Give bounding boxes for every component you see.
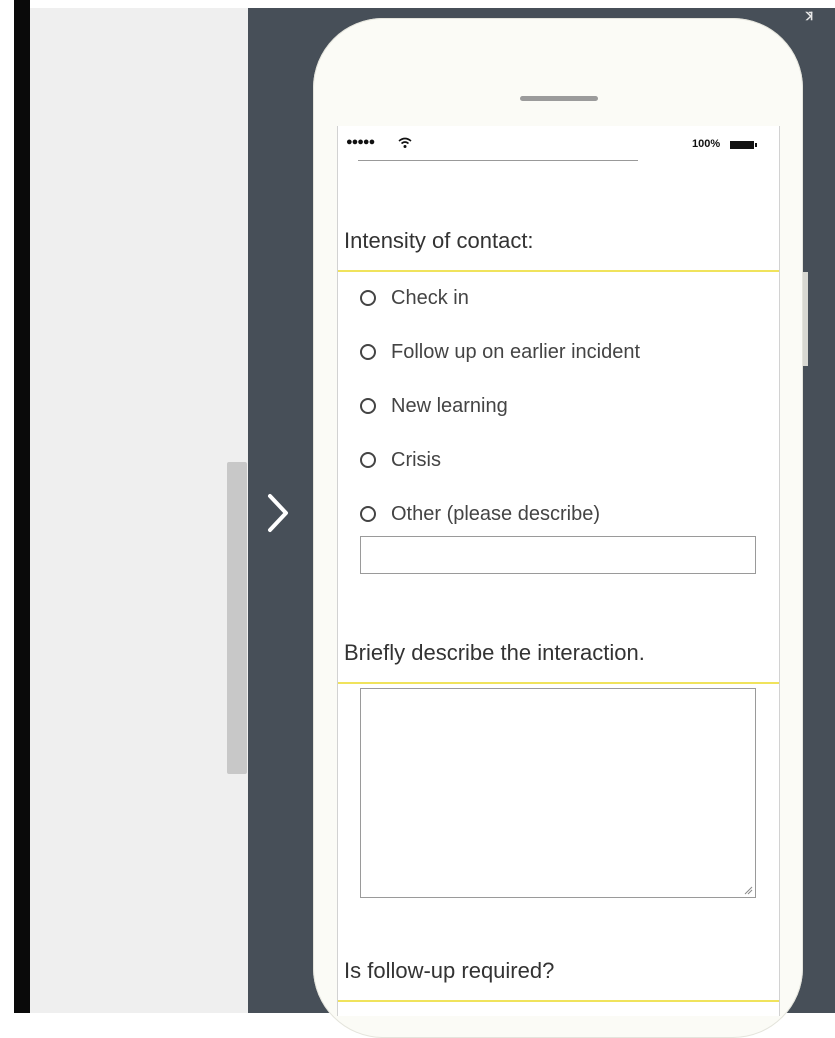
option-label: Other (please describe) (391, 502, 600, 525)
signal-indicator: ●●●●● (346, 136, 375, 148)
section-rule (338, 270, 779, 272)
top-strip (0, 0, 835, 8)
radio-option-check-in[interactable]: Check in (360, 283, 469, 313)
corner-logo: ꓘ̄ (806, 11, 813, 23)
radio-button[interactable] (360, 398, 376, 414)
intensity-title: Intensity of contact: (344, 228, 534, 253)
status-divider (358, 160, 638, 161)
option-label: Follow up on earlier incident (391, 340, 641, 363)
radio-button[interactable] (360, 290, 376, 306)
chevron-right-icon[interactable] (264, 490, 292, 536)
followup-title: Is follow-up required? (344, 958, 555, 983)
scrollbar-thumb[interactable] (227, 462, 247, 774)
option-label: Check in (391, 286, 469, 309)
battery-tip (755, 143, 757, 147)
radio-button[interactable] (360, 344, 376, 360)
radio-option-crisis[interactable]: Crisis (360, 445, 441, 475)
section-rule (338, 1000, 779, 1002)
battery-icon (730, 141, 754, 149)
option-label: New learning (391, 394, 508, 417)
radio-button[interactable] (360, 506, 376, 522)
describe-title: Briefly describe the interaction. (344, 640, 645, 665)
left-edge-margin (0, 0, 14, 1013)
other-description-input[interactable] (360, 536, 756, 574)
left-panel (30, 8, 248, 1013)
resize-grip-icon[interactable] (743, 885, 753, 895)
radio-option-other[interactable]: Other (please describe) (360, 499, 600, 529)
section-rule (338, 682, 779, 684)
status-bar: ●●●●● 100% (338, 134, 779, 154)
option-label: Crisis (391, 448, 441, 471)
battery-percent: 100% (692, 138, 721, 150)
phone-side-button (803, 272, 808, 366)
phone-screen: ●●●●● 100% Intensity of contact: Check i… (337, 126, 780, 1016)
wifi-icon (398, 137, 412, 148)
radio-button[interactable] (360, 452, 376, 468)
phone-speaker (520, 96, 598, 101)
radio-option-new-learning[interactable]: New learning (360, 391, 508, 421)
radio-option-follow-up[interactable]: Follow up on earlier incident (360, 337, 640, 367)
interaction-description-textarea[interactable] (360, 688, 756, 898)
